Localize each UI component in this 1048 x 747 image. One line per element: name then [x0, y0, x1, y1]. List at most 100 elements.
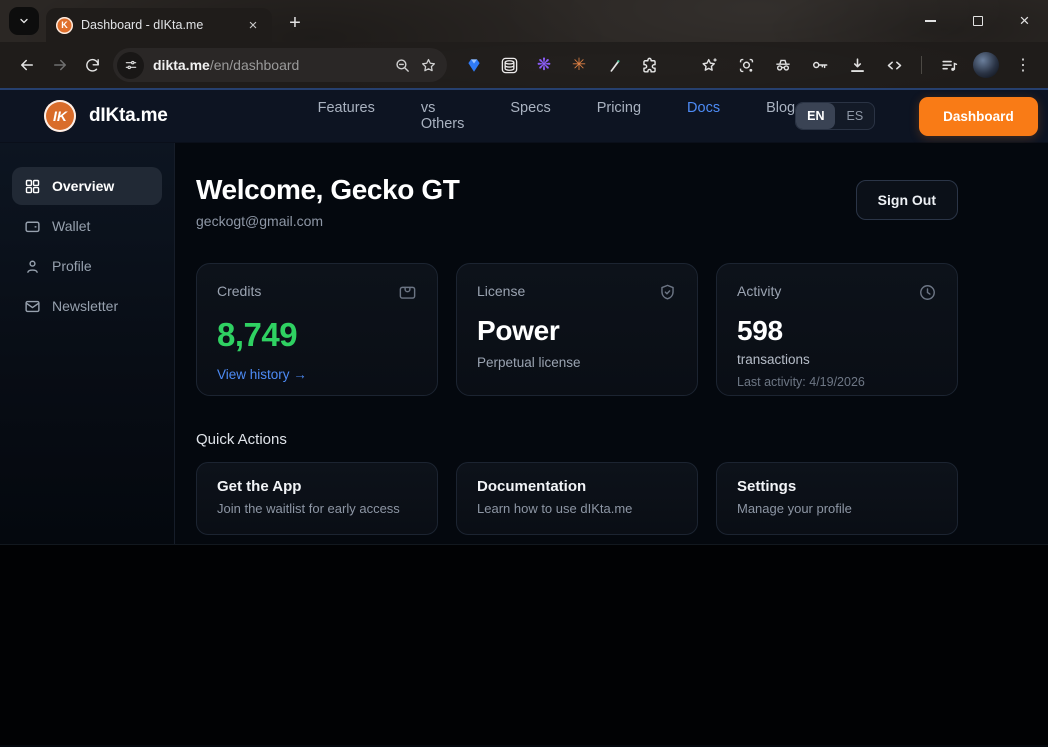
lens-icon: [737, 56, 756, 75]
welcome-row: Welcome, Gecko GT geckogt@gmail.com Sign…: [196, 174, 958, 229]
settings-title: Settings: [737, 478, 937, 495]
activity-label: Activity: [737, 283, 781, 299]
site-header: IK dIKta.me Features vs Others Specs Pri…: [0, 90, 1048, 143]
dashboard-layout: Overview Wallet Profile Newsletter: [0, 143, 1048, 545]
star-sparkle-icon: [700, 56, 719, 75]
lang-option-en[interactable]: EN: [796, 103, 835, 129]
settings-subtitle: Manage your profile: [737, 501, 937, 516]
downloads-button[interactable]: [844, 52, 870, 78]
pen-extension-icon[interactable]: [603, 54, 625, 76]
nav-item-pricing[interactable]: Pricing: [597, 100, 641, 132]
playlist-music-icon: [940, 56, 959, 75]
view-history-link[interactable]: View history →: [217, 367, 417, 382]
code-icon: [885, 56, 904, 75]
address-bar[interactable]: dikta.me/en/dashboard: [113, 48, 447, 82]
sidebar: Overview Wallet Profile Newsletter: [0, 143, 175, 544]
license-card: License Power Perpetual license: [456, 263, 698, 396]
orange-burst-extension-icon[interactable]: ✳: [568, 54, 590, 76]
nav-item-specs[interactable]: Specs: [510, 100, 550, 132]
license-sub: Perpetual license: [477, 355, 677, 370]
download-icon: [848, 56, 867, 75]
zoom-indicator-button[interactable]: [394, 57, 411, 74]
lang-option-es[interactable]: ES: [835, 103, 874, 129]
sidebar-item-profile[interactable]: Profile: [12, 247, 162, 285]
chevron-down-icon: [18, 15, 30, 27]
media-playlist-button[interactable]: [936, 52, 962, 78]
dashboard-button[interactable]: Dashboard: [919, 97, 1038, 136]
site-brand-name: dIKta.me: [89, 105, 168, 127]
star-icon: [420, 57, 437, 74]
tab-search-button[interactable]: [9, 7, 39, 35]
reload-button[interactable]: [76, 49, 109, 82]
sidebar-item-newsletter[interactable]: Newsletter: [12, 287, 162, 325]
database-extension-icon[interactable]: [498, 54, 520, 76]
get-app-title: Get the App: [217, 478, 417, 495]
profile-avatar[interactable]: [973, 52, 999, 78]
sidebar-item-wallet[interactable]: Wallet: [12, 207, 162, 245]
wallet-card-icon: [398, 283, 417, 307]
quick-actions-title: Quick Actions: [196, 431, 958, 448]
sidebar-item-label: Newsletter: [52, 298, 118, 314]
activity-value: 598: [737, 315, 937, 347]
get-app-card[interactable]: Get the App Join the waitlist for early …: [196, 462, 438, 535]
nav-item-features[interactable]: Features: [318, 100, 375, 132]
devtools-button[interactable]: [881, 52, 907, 78]
settings-card[interactable]: Settings Manage your profile: [716, 462, 958, 535]
documentation-title: Documentation: [477, 478, 677, 495]
page-title: Welcome, Gecko GT: [196, 174, 459, 206]
documentation-subtitle: Learn how to use dIKta.me: [477, 501, 677, 516]
browser-menu-button[interactable]: ⋮: [1010, 52, 1036, 78]
url-path: /en/dashboard: [210, 57, 300, 73]
clock-icon: [918, 283, 937, 307]
sign-out-button[interactable]: Sign Out: [856, 180, 958, 220]
window-minimize-button[interactable]: [907, 0, 954, 42]
documentation-card[interactable]: Documentation Learn how to use dIKta.me: [456, 462, 698, 535]
quick-actions-row: Get the App Join the waitlist for early …: [196, 462, 958, 535]
gem-extension-icon[interactable]: [463, 54, 485, 76]
incognito-button[interactable]: [770, 52, 796, 78]
site-favicon-icon: K: [56, 17, 73, 34]
site-settings-button[interactable]: [117, 52, 144, 79]
credits-label: Credits: [217, 283, 261, 299]
site-brand[interactable]: IK dIKta.me: [44, 100, 168, 132]
sidebar-item-label: Overview: [52, 178, 114, 194]
header-right: EN ES Dashboard: [795, 97, 1038, 136]
maximize-icon: [973, 16, 983, 26]
tab-title: Dashboard - dIKta.me: [81, 18, 236, 32]
main-nav: Features vs Others Specs Pricing Docs Bl…: [318, 100, 795, 132]
browser-titlebar: K Dashboard - dIKta.me × + ×: [0, 0, 1048, 42]
extensions-puzzle-icon[interactable]: [638, 54, 660, 76]
back-arrow-icon: [18, 56, 36, 74]
new-tab-button[interactable]: +: [281, 9, 309, 37]
purple-gear-extension-icon[interactable]: ❋: [533, 54, 555, 76]
nav-item-blog[interactable]: Blog: [766, 100, 795, 132]
bookmark-star-button[interactable]: [420, 57, 437, 74]
incognito-icon: [773, 55, 793, 75]
forward-button[interactable]: [43, 49, 76, 82]
nav-item-docs[interactable]: Docs: [687, 100, 720, 132]
browser-window: K Dashboard - dIKta.me × + × dikta.me/en…: [0, 0, 1048, 747]
tab-close-icon[interactable]: ×: [244, 16, 262, 34]
bookmark-sparkle-button[interactable]: [696, 52, 722, 78]
license-value: Power: [477, 315, 677, 347]
wallet-icon: [24, 218, 41, 235]
sidebar-item-overview[interactable]: Overview: [12, 167, 162, 205]
tune-icon: [124, 58, 138, 72]
shield-check-icon: [658, 283, 677, 307]
browser-tab[interactable]: K Dashboard - dIKta.me ×: [46, 8, 272, 42]
back-button[interactable]: [10, 49, 43, 82]
language-toggle: EN ES: [795, 102, 875, 130]
url-text[interactable]: dikta.me/en/dashboard: [153, 57, 385, 73]
credits-value: 8,749: [217, 316, 417, 354]
lens-button[interactable]: [733, 52, 759, 78]
password-key-button[interactable]: [807, 52, 833, 78]
stats-row: Credits 8,749 View history → License: [196, 263, 958, 396]
grid-icon: [24, 178, 41, 195]
webpage: IK dIKta.me Features vs Others Specs Pri…: [0, 88, 1048, 747]
page-background: [0, 545, 1048, 745]
person-icon: [24, 258, 41, 275]
site-logo-icon: IK: [44, 100, 76, 132]
window-close-button[interactable]: ×: [1001, 0, 1048, 42]
window-maximize-button[interactable]: [954, 0, 1001, 42]
nav-item-vs-others[interactable]: vs Others: [421, 100, 465, 132]
